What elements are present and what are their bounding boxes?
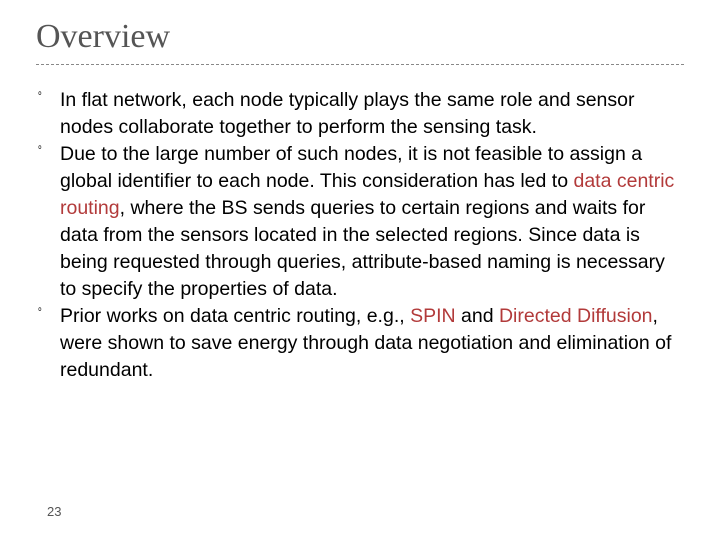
slide-title: Overview — [36, 18, 684, 56]
bullet-icon: ﾟ — [38, 141, 60, 168]
bullet-text: In flat network, each node typically pla… — [60, 87, 678, 141]
slide: Overview ﾟIn flat network, each node typ… — [0, 0, 720, 540]
bullet-icon: ﾟ — [38, 303, 60, 330]
bullet-list: ﾟIn flat network, each node typically pl… — [36, 87, 684, 384]
list-item: ﾟIn flat network, each node typically pl… — [38, 87, 678, 141]
list-item: ﾟDue to the large number of such nodes, … — [38, 141, 678, 303]
bullet-icon: ﾟ — [38, 87, 60, 114]
page-number: 23 — [47, 504, 61, 519]
bullet-text: Prior works on data centric routing, e.g… — [60, 303, 678, 384]
list-item: ﾟPrior works on data centric routing, e.… — [38, 303, 678, 384]
title-divider — [36, 64, 684, 65]
bullet-text: Due to the large number of such nodes, i… — [60, 141, 678, 303]
